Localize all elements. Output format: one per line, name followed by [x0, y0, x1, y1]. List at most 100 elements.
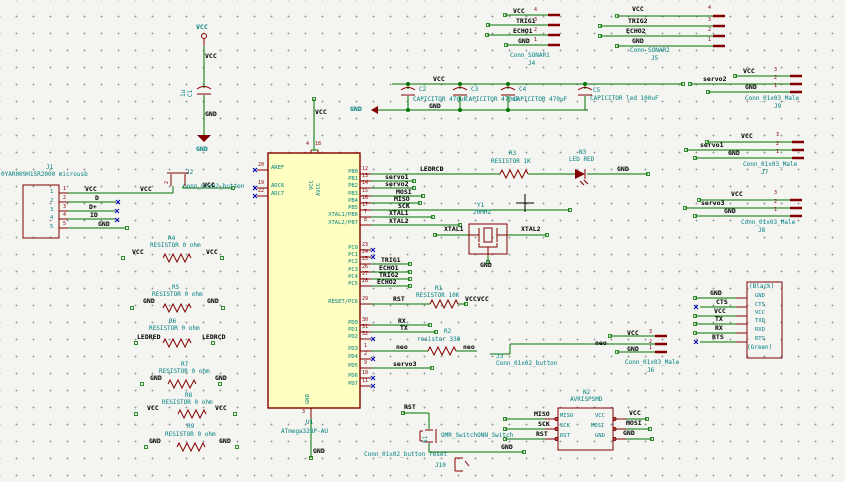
mcu-pin-pb4[interactable]: PB4: [324, 198, 358, 205]
j9-value[interactable]: Conn_01x03_Male: [745, 96, 799, 102]
wires[interactable]: [68, 14, 792, 458]
c2-ref[interactable]: C2: [419, 87, 426, 93]
mcu-num-1[interactable]: 1: [364, 344, 367, 349]
bt-pin-cts[interactable]: CTS: [755, 302, 765, 309]
j1-net-gnd[interactable]: GND: [98, 221, 110, 228]
mcu-pin-pb7[interactable]: XTAL2/PB7: [324, 220, 358, 227]
y1-value[interactable]: 20MHZ: [473, 210, 491, 216]
usb-connector-body[interactable]: [22, 184, 60, 239]
j5-pin3-num[interactable]: 3: [708, 18, 711, 23]
c2-value[interactable]: CAPICITOR 470uF: [413, 97, 467, 103]
j4-pin1-num[interactable]: 1: [534, 38, 537, 43]
r9-net-right[interactable]: GND: [219, 438, 231, 445]
mcu-num-26[interactable]: 26: [362, 265, 368, 270]
j6-pin3-num[interactable]: 3: [649, 330, 652, 335]
mcu-num-17[interactable]: 17: [362, 203, 368, 208]
mcu-pin-pc4[interactable]: PC4: [324, 274, 358, 281]
mcu-pin-adc7[interactable]: ADC7: [271, 191, 284, 198]
net-echo2[interactable]: ECHO2: [377, 279, 397, 286]
r7-value[interactable]: RESISTOR 0 ohm: [159, 369, 210, 375]
j7-net-gnd[interactable]: GND: [728, 150, 740, 157]
gnd-symbols-and-led[interactable]: [197, 106, 585, 179]
j1-pin4-name[interactable]: 4: [50, 215, 53, 222]
j8-value[interactable]: Conn_01x03_Male: [741, 220, 795, 226]
u1-ref[interactable]: U1: [306, 420, 313, 426]
isp-net-vcc[interactable]: VCC: [629, 410, 641, 417]
r5-net-right[interactable]: GND: [207, 298, 219, 305]
net-neo-j6[interactable]: neo: [595, 340, 607, 347]
j9-ref[interactable]: J9: [774, 104, 781, 110]
gnd-net-switch[interactable]: GND: [501, 444, 513, 451]
bt-pin-txd[interactable]: TXD: [755, 318, 765, 325]
r9-ref[interactable]: R9: [187, 424, 194, 430]
mcu-num-14[interactable]: 14: [362, 181, 368, 186]
gnd-rail-label[interactable]: GND: [429, 103, 441, 110]
isp-pin-rst[interactable]: RST: [560, 433, 570, 440]
bt-net-tx[interactable]: TX: [715, 316, 723, 323]
j1-pin2-name[interactable]: 2: [50, 198, 53, 205]
gnd-net-c1[interactable]: GND: [205, 111, 217, 118]
j8-net-vcc[interactable]: VCC: [731, 191, 743, 198]
j9-pin3-num[interactable]: 3: [774, 68, 777, 73]
mcu-num-15[interactable]: 15: [362, 189, 368, 194]
j7-value[interactable]: Conn_01x03_Male: [743, 162, 797, 168]
mcu-pin-gnd[interactable]: GND: [305, 394, 312, 404]
mcu-num-16[interactable]: 16: [362, 196, 368, 201]
j1-pin5-name[interactable]: 5: [50, 224, 53, 231]
j1-pin4-num[interactable]: 4: [63, 213, 66, 218]
mcu-pin-pd3[interactable]: PD3: [324, 346, 358, 353]
j5-net-vcc[interactable]: VCC: [632, 6, 644, 13]
isp-net-miso[interactable]: MISO: [534, 411, 550, 418]
vcc-rail-label[interactable]: VCC: [433, 76, 445, 83]
mcu-pin-pd2[interactable]: PD2: [324, 334, 358, 341]
vcc-net-r1a[interactable]: VCC: [465, 296, 477, 303]
r9-value[interactable]: RESISTOR 0 ohm: [165, 432, 216, 438]
j7-ref[interactable]: J7: [761, 170, 768, 176]
bt-net-rx[interactable]: RX: [715, 325, 723, 332]
r6-value[interactable]: RESISTOR 0 ohm: [149, 326, 200, 332]
j1-net-dplus[interactable]: D+: [89, 204, 97, 211]
mcu-pin-avcc[interactable]: AVCC: [316, 183, 323, 196]
mcu-num-11[interactable]: 11: [362, 379, 368, 384]
r4-net-left[interactable]: VCC: [132, 249, 144, 256]
net-xtal2-pin[interactable]: XTAL2: [389, 218, 409, 225]
j4-net-vcc[interactable]: VCC: [513, 8, 525, 15]
r8-value[interactable]: RESISTOR 0 ohm: [162, 400, 213, 406]
vcc-power-symbol[interactable]: [201, 33, 207, 39]
j8-ref[interactable]: J8: [758, 228, 765, 234]
r3-value[interactable]: RESISTOR 1K: [491, 159, 531, 165]
mcu-pin-pb3[interactable]: PB3: [324, 191, 358, 198]
mcu-num-32[interactable]: 32: [362, 332, 368, 337]
bt-tag-green[interactable]: (Green): [747, 345, 772, 351]
j5-net-trig2[interactable]: TRIG2: [628, 18, 648, 25]
r7-net-left[interactable]: GND: [150, 375, 162, 382]
j9-net-vcc[interactable]: VCC: [743, 68, 755, 75]
mcu-pin-pd4[interactable]: PD4: [324, 354, 358, 361]
crystal-element[interactable]: [483, 227, 493, 243]
j6-net-vcc[interactable]: VCC: [627, 330, 639, 337]
j5-net-gnd[interactable]: GND: [632, 38, 644, 45]
mcu-pin-pc2[interactable]: PC2: [324, 259, 358, 266]
j1-net-id[interactable]: ID: [90, 212, 98, 219]
j5-pin1-num[interactable]: 1: [708, 38, 711, 43]
bt-pin-rxd[interactable]: RXD: [755, 327, 765, 334]
j7-pin1-num[interactable]: 1: [776, 150, 779, 155]
net-rst-mcu[interactable]: RST: [393, 296, 405, 303]
j1-value[interactable]: 0YAR009H15R2000 microusb: [1, 172, 88, 178]
c4-ref[interactable]: C4: [519, 87, 526, 93]
mcu-pin-pd7[interactable]: PD7: [324, 381, 358, 388]
mcu-pin-pc3[interactable]: PC3: [324, 267, 358, 274]
mcu-num-10[interactable]: 10: [362, 371, 368, 376]
mcu-num-27[interactable]: 27: [362, 272, 368, 277]
gnd-power-c1[interactable]: GND: [196, 146, 208, 153]
bt-pin-rts[interactable]: RTS: [755, 336, 765, 343]
mcu-pin-pd6[interactable]: PD6: [324, 373, 358, 380]
s1-value[interactable]: OMR_SwitchONN_Switch: [441, 433, 513, 439]
j9-net-servo2[interactable]: servo2: [703, 76, 726, 83]
r8-net-right[interactable]: VCC: [215, 405, 227, 412]
c3-value[interactable]: CAPICITOR 470uF: [465, 97, 519, 103]
c3-ref[interactable]: C3: [471, 87, 478, 93]
j2-ref[interactable]: J2: [186, 170, 193, 176]
j8-pin3-num[interactable]: 3: [774, 191, 777, 196]
mcu-num-13[interactable]: 13: [362, 174, 368, 179]
